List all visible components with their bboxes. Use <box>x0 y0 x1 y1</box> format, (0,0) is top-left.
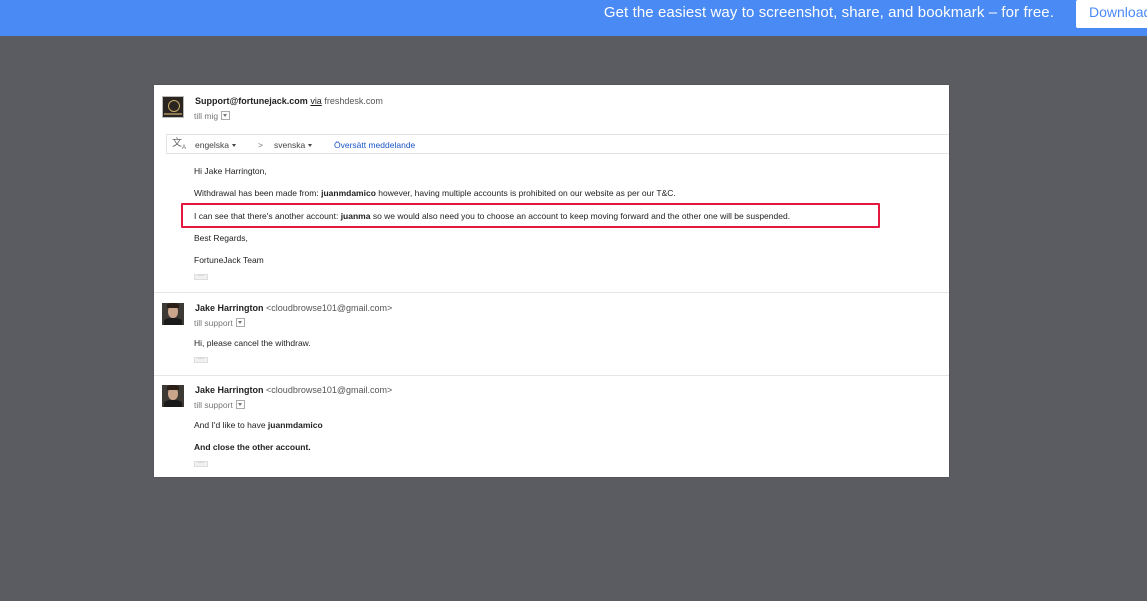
sender-email: <cloudbrowse101@gmail.com> <box>266 303 393 313</box>
chevron-down-icon[interactable] <box>235 400 245 410</box>
show-trimmed-button[interactable]: ··· <box>194 356 208 363</box>
show-trimmed-button[interactable]: ··· <box>194 460 208 467</box>
sender-line: Jake Harrington <cloudbrowse101@gmail.co… <box>195 385 392 395</box>
target-language-label: svenska <box>274 140 306 150</box>
account-name-bold: juanma <box>340 211 371 221</box>
sender-email: <cloudbrowse101@gmail.com> <box>266 385 393 395</box>
promo-banner: Get the easiest way to screenshot, share… <box>0 0 1147 36</box>
sender-name[interactable]: Support@fortunejack.com <box>195 96 308 106</box>
translate-bar: 文A engelska > svenska Översätt meddeland… <box>166 134 949 154</box>
download-button[interactable]: Download <box>1076 0 1147 28</box>
dropdown-arrow-icon <box>308 144 313 148</box>
message-divider <box>154 292 949 293</box>
arrow-separator: > <box>258 140 263 150</box>
sender-line: Support@fortunejack.com via freshdesk.co… <box>195 96 383 106</box>
message-support: Support@fortunejack.com via freshdesk.co… <box>154 85 949 292</box>
sender-name[interactable]: Jake Harrington <box>195 303 264 313</box>
via-link[interactable]: via <box>310 96 322 106</box>
sender-line: Jake Harrington <cloudbrowse101@gmail.co… <box>195 303 392 313</box>
message-body: Hi, please cancel the withdraw. <box>194 338 311 348</box>
greeting: Hi Jake Harrington, <box>194 166 267 176</box>
account-name-bold: juanmdamico <box>267 420 323 430</box>
recipient-line: till support <box>194 400 245 410</box>
translate-message-link[interactable]: Översätt meddelande <box>334 140 415 150</box>
dropdown-arrow-icon <box>232 144 237 148</box>
target-language-select[interactable]: svenska <box>274 140 313 150</box>
body-paragraph-1: Withdrawal has been made from: juanmdami… <box>194 188 676 198</box>
message-body: And I'd like to have juanmdamico <box>194 420 323 430</box>
chevron-down-icon[interactable] <box>235 318 245 328</box>
recipient-line: till mig <box>194 111 231 121</box>
translate-icon: 文A <box>172 138 187 151</box>
fortunejack-logo-icon <box>162 96 184 118</box>
body-paragraph-2: I can see that there's another account: … <box>194 211 791 221</box>
message-body-line-2: And close the other account. <box>194 442 311 452</box>
account-name-bold: juanmdamico <box>321 188 376 198</box>
recipient-label: till mig <box>194 111 219 121</box>
via-domain: freshdesk.com <box>324 96 383 106</box>
source-language-select[interactable]: engelska <box>195 140 237 150</box>
chevron-down-icon[interactable] <box>221 111 231 121</box>
message-divider <box>154 375 949 376</box>
recipient-line: till support <box>194 318 245 328</box>
signature: FortuneJack Team <box>194 255 264 265</box>
recipient-label: till support <box>194 318 233 328</box>
sign-off: Best Regards, <box>194 233 248 243</box>
avatar <box>162 385 184 407</box>
email-thread: Support@fortunejack.com via freshdesk.co… <box>154 85 949 477</box>
source-language-label: engelska <box>195 140 230 150</box>
promo-text: Get the easiest way to screenshot, share… <box>603 4 1054 21</box>
show-trimmed-button[interactable]: ··· <box>194 273 208 280</box>
avatar <box>162 303 184 325</box>
recipient-label: till support <box>194 400 233 410</box>
sender-name[interactable]: Jake Harrington <box>195 385 264 395</box>
